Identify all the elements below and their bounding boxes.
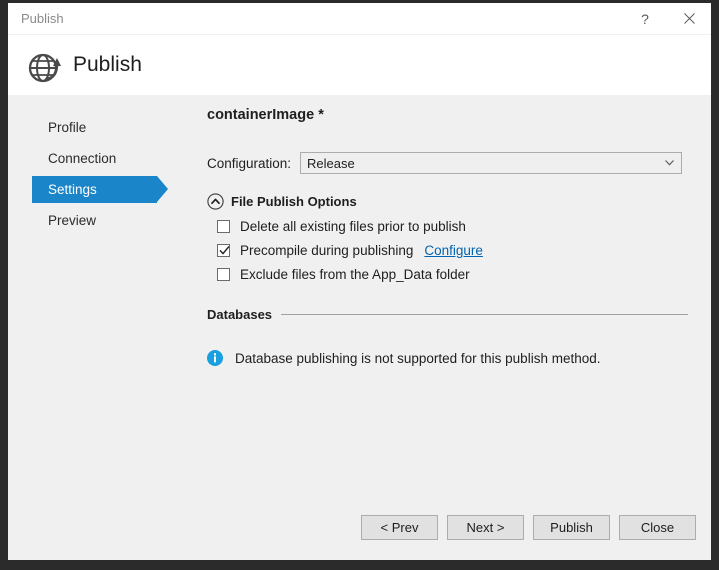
sidebar-nav: Profile Connection Settings Preview xyxy=(8,95,184,503)
configuration-label: Configuration: xyxy=(207,155,292,171)
checkbox-exclude-appdata[interactable] xyxy=(217,268,230,281)
close-button[interactable] xyxy=(667,3,711,34)
info-icon xyxy=(207,350,223,366)
dialog-header: Publish xyxy=(8,35,711,95)
configuration-select[interactable]: Release xyxy=(300,152,682,174)
chevron-up-circle-icon[interactable] xyxy=(207,193,224,210)
checkbox-label: Precompile during publishing xyxy=(240,243,414,258)
database-info-row: Database publishing is not supported for… xyxy=(207,350,600,366)
titlebar: Publish ? xyxy=(8,3,711,35)
settings-panel: containerImage * Configuration: Release … xyxy=(184,95,711,503)
database-info-message: Database publishing is not supported for… xyxy=(235,350,601,366)
checkmark-icon xyxy=(219,245,230,255)
sidebar-item-settings[interactable]: Settings xyxy=(32,176,168,203)
file-publish-options-header[interactable]: File Publish Options xyxy=(207,193,357,210)
question-mark-icon: ? xyxy=(641,10,649,27)
page-title: containerImage * xyxy=(207,107,324,123)
configuration-row: Configuration: Release xyxy=(207,152,682,174)
sidebar-item-label: Settings xyxy=(48,182,97,197)
sidebar-item-label: Connection xyxy=(48,151,117,166)
next-button[interactable]: Next > xyxy=(447,515,524,540)
sidebar-item-label: Preview xyxy=(48,213,97,228)
chevron-down-icon xyxy=(665,160,674,166)
prev-button[interactable]: < Prev xyxy=(361,515,438,540)
selected-arrow-icon xyxy=(157,176,168,202)
databases-section-header: Databases xyxy=(207,307,688,322)
help-button[interactable]: ? xyxy=(623,3,667,34)
titlebar-title: Publish xyxy=(21,11,64,26)
dialog-header-title: Publish xyxy=(73,53,142,76)
titlebar-buttons: ? xyxy=(623,3,711,34)
sidebar-item-label: Profile xyxy=(48,120,87,135)
section-title: File Publish Options xyxy=(231,194,357,209)
footer-button-group: < Prev Next > Publish Close xyxy=(361,515,696,540)
dialog-body: Profile Connection Settings Preview cont… xyxy=(8,95,711,503)
option-row-delete-existing-files[interactable]: Delete all existing files prior to publi… xyxy=(217,215,687,238)
close-icon xyxy=(683,13,695,24)
databases-title: Databases xyxy=(207,307,273,322)
checkbox-label: Exclude files from the App_Data folder xyxy=(240,267,470,282)
dialog-footer: < Prev Next > Publish Close xyxy=(8,503,711,560)
checkbox-label: Delete all existing files prior to publi… xyxy=(240,219,466,234)
sidebar-item-profile[interactable]: Profile xyxy=(32,114,157,141)
close-dialog-button[interactable]: Close xyxy=(619,515,696,540)
file-publish-options-list: Delete all existing files prior to publi… xyxy=(217,215,687,287)
publish-dialog-window: Publish ? Publish Profile Connection Set… xyxy=(8,3,711,560)
configure-link[interactable]: Configure xyxy=(424,243,483,258)
checkbox-precompile[interactable] xyxy=(217,244,230,257)
option-row-exclude-appdata[interactable]: Exclude files from the App_Data folder xyxy=(217,263,687,286)
checkbox-delete-existing-files[interactable] xyxy=(217,220,230,233)
sidebar-item-connection[interactable]: Connection xyxy=(32,145,157,172)
configuration-value: Release xyxy=(307,155,355,171)
section-divider xyxy=(281,314,688,315)
sidebar-item-preview[interactable]: Preview xyxy=(32,207,157,234)
publish-button[interactable]: Publish xyxy=(533,515,610,540)
publish-globe-icon xyxy=(28,53,61,83)
option-row-precompile[interactable]: Precompile during publishing Configure xyxy=(217,239,687,262)
